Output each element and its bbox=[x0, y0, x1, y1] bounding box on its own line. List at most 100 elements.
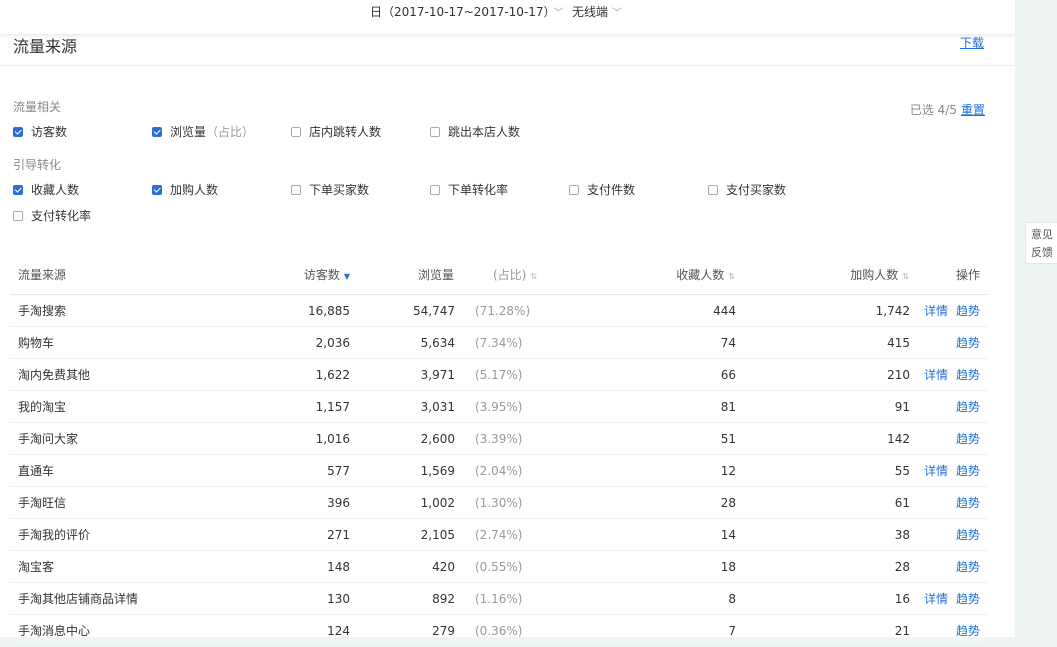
cell-op: 详情 趋势 bbox=[910, 454, 988, 487]
cell-op: 详情 趋势 bbox=[910, 358, 988, 391]
checkbox-checked-icon[interactable] bbox=[13, 184, 23, 195]
trend-link[interactable]: 趋势 bbox=[956, 496, 980, 510]
trend-link[interactable]: 趋势 bbox=[956, 368, 980, 382]
date-range-text: 日（2017-10-17~2017-10-17） bbox=[370, 5, 550, 19]
cell-ratio: (7.34%) bbox=[455, 326, 654, 359]
checkbox-label: 支付件数 bbox=[587, 183, 636, 197]
cell-op: 趋势 bbox=[910, 422, 988, 455]
filter-checkbox[interactable]: 下单买家数 bbox=[291, 181, 369, 198]
checkbox-unchecked-icon[interactable] bbox=[430, 184, 440, 195]
detail-link[interactable]: 详情 bbox=[924, 464, 948, 478]
sort-icon[interactable]: ⇅ bbox=[728, 272, 735, 281]
checkbox-label: 支付转化率 bbox=[31, 209, 92, 223]
filter-checkbox[interactable]: 下单转化率 bbox=[430, 181, 508, 198]
trend-link[interactable]: 趋势 bbox=[956, 528, 980, 542]
table-row: 手淘旺信 396 1,002 (1.30%) 28 61 趋势 bbox=[10, 486, 988, 519]
checkbox-label: 收藏人数 bbox=[31, 183, 80, 197]
sort-desc-icon[interactable]: ▼ bbox=[344, 272, 350, 281]
checkbox-checked-icon[interactable] bbox=[152, 184, 162, 195]
trend-link[interactable]: 趋势 bbox=[956, 432, 980, 446]
cell-op: 趋势 bbox=[910, 614, 988, 647]
cell-source: 直通车 bbox=[10, 454, 219, 487]
cell-ratio: (2.74%) bbox=[455, 518, 654, 551]
trend-link[interactable]: 趋势 bbox=[956, 624, 980, 638]
cell-fav: 444 bbox=[654, 294, 736, 327]
header-ratio[interactable]: (占比) ⇅ bbox=[455, 254, 654, 295]
cell-op: 趋势 bbox=[910, 518, 988, 551]
detail-link[interactable]: 详情 bbox=[924, 592, 948, 606]
cell-visitors: 16,885 bbox=[219, 294, 350, 327]
top-bar: 日（2017-10-17~2017-10-17） ﹀ 无线端 ﹀ bbox=[0, 0, 1015, 35]
trend-link[interactable]: 趋势 bbox=[956, 560, 980, 574]
feedback-line1: 意见 bbox=[1031, 228, 1053, 241]
feedback-button[interactable]: 意见 反馈 bbox=[1025, 222, 1057, 264]
cell-op: 趋势 bbox=[910, 390, 988, 423]
cell-ratio: (1.16%) bbox=[455, 582, 654, 615]
header-fav[interactable]: 收藏人数 ⇅ bbox=[654, 254, 736, 295]
cell-visitors: 2,036 bbox=[219, 326, 350, 359]
cell-pv: 1,002 bbox=[350, 486, 455, 519]
filter-checkbox[interactable]: 访客数 bbox=[13, 123, 67, 140]
cell-cart: 38 bbox=[736, 518, 910, 551]
cell-visitors: 396 bbox=[219, 486, 350, 519]
download-link[interactable]: 下载 bbox=[960, 34, 984, 51]
filter-checkbox[interactable]: 浏览量 （占比） bbox=[152, 123, 254, 140]
cell-fav: 66 bbox=[654, 358, 736, 391]
checkbox-label: 访客数 bbox=[31, 125, 68, 139]
table-row: 手淘搜索 16,885 54,747 (71.28%) 444 1,742 详情 趋势 bbox=[10, 294, 988, 327]
filter-checkbox[interactable]: 支付转化率 bbox=[13, 207, 91, 224]
checkbox-unchecked-icon[interactable] bbox=[569, 184, 579, 195]
trend-link[interactable]: 趋势 bbox=[956, 400, 980, 414]
cell-ratio: (1.30%) bbox=[455, 486, 654, 519]
cell-cart: 16 bbox=[736, 582, 910, 615]
filter-checkbox[interactable]: 加购人数 bbox=[152, 181, 218, 198]
checkbox-unchecked-icon[interactable] bbox=[291, 126, 301, 137]
filter-checkbox[interactable]: 支付件数 bbox=[569, 181, 635, 198]
date-range-selector[interactable]: 日（2017-10-17~2017-10-17） ﹀ bbox=[370, 3, 564, 20]
cell-pv: 3,971 bbox=[350, 358, 455, 391]
table-row: 淘宝客 148 420 (0.55%) 18 28 趋势 bbox=[10, 550, 988, 583]
cell-visitors: 124 bbox=[219, 614, 350, 647]
checkbox-checked-icon[interactable] bbox=[152, 126, 162, 137]
checkbox-unchecked-icon[interactable] bbox=[13, 210, 23, 221]
cell-source: 手淘其他店铺商品详情 bbox=[10, 582, 219, 615]
checkbox-unchecked-icon[interactable] bbox=[708, 184, 718, 195]
terminal-selector[interactable]: 无线端 ﹀ bbox=[572, 3, 622, 20]
trend-link[interactable]: 趋势 bbox=[956, 304, 980, 318]
cell-source: 手淘旺信 bbox=[10, 486, 219, 519]
trend-link[interactable]: 趋势 bbox=[956, 336, 980, 350]
cell-cart: 55 bbox=[736, 454, 910, 487]
filter-group-label-traffic: 流量相关 bbox=[13, 100, 62, 114]
cell-source: 手淘我的评价 bbox=[10, 518, 219, 551]
filter-checkbox[interactable]: 收藏人数 bbox=[13, 181, 79, 198]
trend-link[interactable]: 趋势 bbox=[956, 592, 980, 606]
cell-visitors: 1,016 bbox=[219, 422, 350, 455]
checkbox-label: 加购人数 bbox=[170, 183, 219, 197]
selected-count-text: 已选 4/5 bbox=[909, 103, 957, 117]
sort-icon[interactable]: ⇅ bbox=[902, 272, 909, 281]
reset-link[interactable]: 重置 bbox=[961, 103, 985, 117]
cell-ratio: (71.28%) bbox=[455, 294, 654, 327]
checkbox-unchecked-icon[interactable] bbox=[291, 184, 301, 195]
table-row: 手淘消息中心 124 279 (0.36%) 7 21 趋势 bbox=[10, 614, 988, 647]
checkbox-label: 支付买家数 bbox=[726, 183, 787, 197]
filter-checkbox[interactable]: 支付买家数 bbox=[708, 181, 786, 198]
filter-checkbox[interactable]: 店内跳转人数 bbox=[291, 123, 381, 140]
header-visitors[interactable]: 访客数 ▼ bbox=[219, 254, 350, 295]
header-cart[interactable]: 加购人数 ⇅ bbox=[736, 254, 910, 295]
cell-op: 趋势 bbox=[910, 486, 988, 519]
cell-source: 我的淘宝 bbox=[10, 390, 219, 423]
filter-checkbox[interactable]: 跳出本店人数 bbox=[430, 123, 520, 140]
cell-cart: 142 bbox=[736, 422, 910, 455]
cell-visitors: 577 bbox=[219, 454, 350, 487]
detail-link[interactable]: 详情 bbox=[924, 304, 948, 318]
trend-link[interactable]: 趋势 bbox=[956, 464, 980, 478]
cell-fav: 8 bbox=[654, 582, 736, 615]
checkbox-unchecked-icon[interactable] bbox=[430, 126, 440, 137]
cell-ratio: (2.04%) bbox=[455, 454, 654, 487]
detail-link[interactable]: 详情 bbox=[924, 368, 948, 382]
checkbox-checked-icon[interactable] bbox=[13, 126, 23, 137]
cell-pv: 1,569 bbox=[350, 454, 455, 487]
cell-ratio: (3.39%) bbox=[455, 422, 654, 455]
sort-icon[interactable]: ⇅ bbox=[530, 272, 537, 281]
